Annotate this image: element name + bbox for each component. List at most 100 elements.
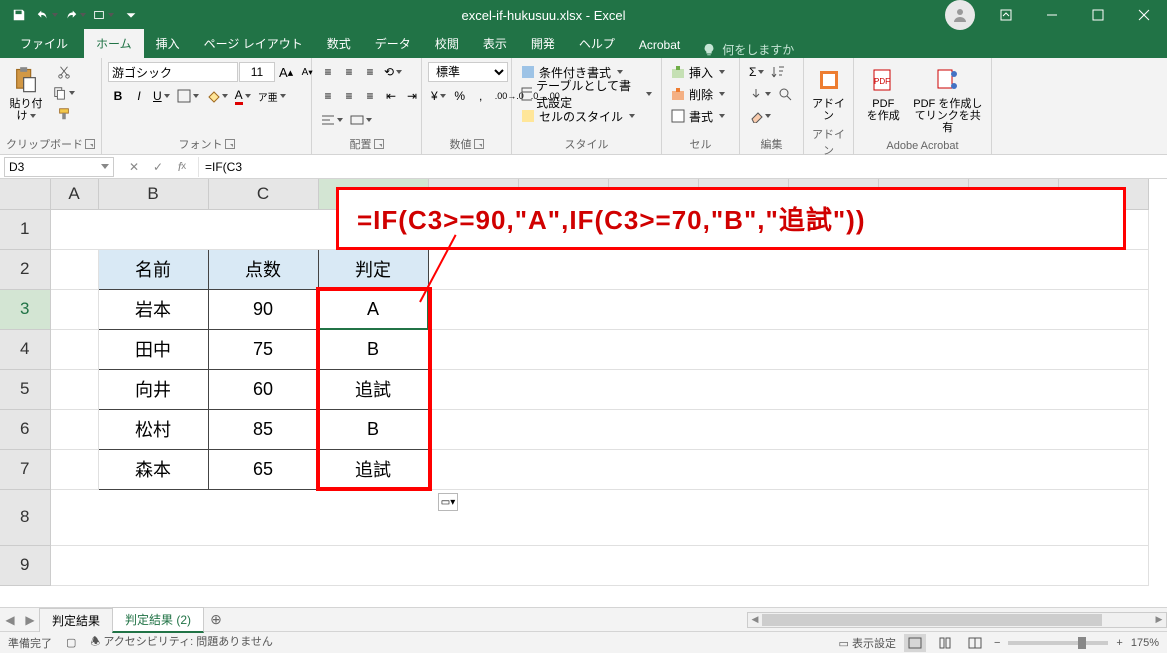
zoom-out-button[interactable]: − [994,637,1000,649]
page-layout-view-button[interactable] [934,634,956,652]
alignment-launcher[interactable] [374,139,384,149]
accessibility-status[interactable]: 🕭 アクセシビリティ: 問題ありません [90,633,272,652]
number-launcher[interactable] [474,139,484,149]
zoom-level[interactable]: 175% [1131,637,1159,649]
cell-styles-button[interactable]: セルのスタイル [518,106,655,126]
cell-C7[interactable]: 65 [208,449,318,489]
col-header-A[interactable]: A [50,179,98,209]
tab-view[interactable]: 表示 [471,29,519,58]
row-header-1[interactable]: 1 [0,209,50,249]
indent-decrease-button[interactable]: ⇤ [381,86,401,106]
autofill-options-button[interactable]: ▭▾ [438,493,458,511]
align-bottom-button[interactable]: ≡ [360,62,380,82]
sheet-nav-prev[interactable]: ◀ [0,613,20,627]
italic-button[interactable]: I [129,86,149,106]
qat-customize-button[interactable] [118,2,144,28]
tab-file[interactable]: ファイル [4,29,84,58]
fill-button[interactable] [746,84,774,104]
cell-D6[interactable]: B [318,409,428,449]
zoom-slider[interactable] [1008,641,1108,645]
cell-C5[interactable]: 60 [208,369,318,409]
row-header-5[interactable]: 5 [0,369,50,409]
paste-button[interactable]: 貼り付け [6,62,46,124]
scroll-left-button[interactable]: ◀ [748,614,762,625]
copy-button[interactable] [50,83,78,103]
cell-C6[interactable]: 85 [208,409,318,449]
bold-button[interactable]: B [108,86,128,106]
font-launcher[interactable] [225,139,235,149]
cell-B6[interactable]: 松村 [98,409,208,449]
scroll-right-button[interactable]: ▶ [1152,614,1166,625]
increase-font-button[interactable]: A▴ [276,62,296,82]
minimize-button[interactable] [1029,0,1075,30]
sheet-nav-next[interactable]: ▶ [20,613,40,627]
row-header-9[interactable]: 9 [0,545,50,585]
tab-review[interactable]: 校閲 [423,29,471,58]
row-header-4[interactable]: 4 [0,329,50,369]
tab-page-layout[interactable]: ページ レイアウト [192,29,315,58]
zoom-in-button[interactable]: + [1116,637,1122,649]
insert-cells-button[interactable]: 挿入 [668,62,733,82]
cell-B7[interactable]: 森本 [98,449,208,489]
number-format-select[interactable]: 標準 [428,62,508,82]
row-header-8[interactable]: 8 [0,489,50,545]
cell-B4[interactable]: 田中 [98,329,208,369]
tab-acrobat[interactable]: Acrobat [627,32,692,58]
cut-button[interactable] [50,62,78,82]
row-header-2[interactable]: 2 [0,249,50,289]
share-pdf-button[interactable]: PDF を作成し てリンクを共有 [911,62,985,136]
ribbon-options-button[interactable] [983,0,1029,30]
worksheet-grid[interactable]: A B C D E F G H I J K L 1 2 名前 点数 判定 3 岩… [0,179,1167,607]
clear-button[interactable] [746,106,774,126]
undo-button[interactable] [34,2,60,28]
macro-record-button[interactable]: ▢ [66,636,76,649]
format-cells-button[interactable]: 書式 [668,106,733,126]
merge-button[interactable] [347,110,375,130]
enter-formula-button[interactable]: ✓ [146,157,170,177]
row-header-3[interactable]: 3 [0,289,50,329]
find-select-button[interactable] [775,84,795,104]
cell-D2[interactable]: 判定 [318,249,428,289]
sheet-tab-0[interactable]: 判定結果 [39,608,113,632]
close-button[interactable] [1121,0,1167,30]
orientation-button[interactable]: ⟲ [381,62,405,82]
clipboard-launcher[interactable] [85,139,95,149]
col-header-C[interactable]: C [208,179,318,209]
tell-me-search[interactable]: 何をしますか [692,41,804,58]
select-all-button[interactable] [0,179,50,209]
tab-data[interactable]: データ [363,29,423,58]
underline-button[interactable]: U [150,86,173,106]
cell-C3[interactable]: 90 [208,289,318,329]
new-sheet-button[interactable]: ⊕ [204,611,228,628]
formula-input[interactable]: =IF(C3 [198,157,1167,177]
tab-formulas[interactable]: 数式 [315,29,363,58]
cell-D5[interactable]: 追試 [318,369,428,409]
font-name-input[interactable] [108,62,238,82]
page-break-view-button[interactable] [964,634,986,652]
cell-D3[interactable]: A [318,289,428,329]
delete-cells-button[interactable]: 削除 [668,84,733,104]
fill-color-button[interactable] [203,86,231,106]
cancel-formula-button[interactable]: ✕ [122,157,146,177]
account-avatar[interactable] [945,0,975,30]
align-top-button[interactable]: ≡ [318,62,338,82]
align-right-button[interactable]: ≡ [360,86,380,106]
currency-button[interactable]: ¥ [428,86,449,106]
tab-insert[interactable]: 挿入 [144,29,192,58]
tab-developer[interactable]: 開発 [519,29,567,58]
align-center-button[interactable]: ≡ [339,86,359,106]
sheet-tab-1[interactable]: 判定結果 (2) [112,607,204,633]
tab-help[interactable]: ヘルプ [567,29,627,58]
align-middle-button[interactable]: ≡ [339,62,359,82]
border-button[interactable] [174,86,202,106]
redo-button[interactable] [62,2,88,28]
col-header-B[interactable]: B [98,179,208,209]
cell-B5[interactable]: 向井 [98,369,208,409]
sort-filter-button[interactable] [768,62,788,82]
phonetic-button[interactable]: ア亜 [255,86,289,106]
autosum-button[interactable]: Σ [746,62,767,82]
insert-function-button[interactable]: fx [170,157,194,177]
font-size-input[interactable] [239,62,275,82]
format-painter-button[interactable] [50,104,78,124]
percent-button[interactable]: % [450,86,470,106]
